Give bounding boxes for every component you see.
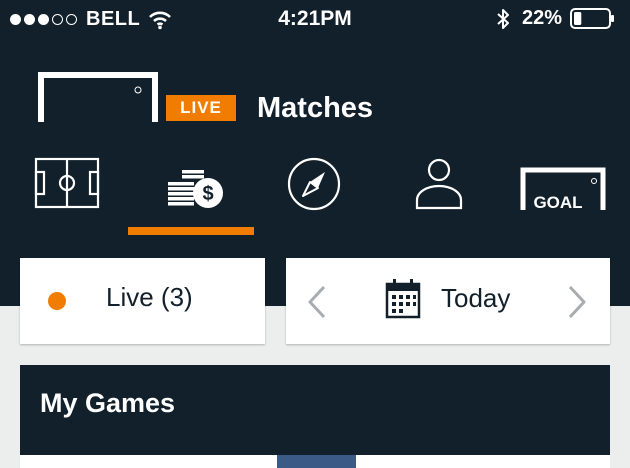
battery-icon <box>570 8 614 29</box>
svg-text:$: $ <box>202 183 213 205</box>
date-label[interactable]: Today <box>441 283 510 314</box>
user-icon <box>415 158 463 210</box>
compass-icon <box>287 157 341 211</box>
calendar-icon <box>385 279 421 319</box>
nav-item-goal[interactable]: GOAL <box>508 150 618 225</box>
live-badge: LIVE <box>166 95 236 121</box>
chevron-right-icon[interactable] <box>566 284 588 320</box>
goal-logo-text: GOAL <box>533 193 582 212</box>
page-title: Matches <box>257 92 374 124</box>
live-dot-icon <box>48 292 66 310</box>
coins-dollar-icon: $ <box>168 170 223 208</box>
chevron-left-icon[interactable] <box>306 284 328 320</box>
goal-logo <box>38 72 158 122</box>
my-games-title: My Games <box>40 388 176 418</box>
football-pitch-icon <box>34 157 100 209</box>
status-right: 22% <box>496 7 616 30</box>
nav-active-indicator <box>128 227 254 235</box>
bluetooth-icon <box>497 8 509 29</box>
nav-item-betting[interactable]: $ <box>136 150 246 225</box>
nav-item-explore[interactable] <box>259 150 369 225</box>
live-filter-label: Live (3) <box>106 282 193 312</box>
nav-item-pitch[interactable] <box>12 150 122 225</box>
my-games-tab[interactable] <box>277 455 356 468</box>
nav-item-profile[interactable] <box>384 150 494 225</box>
status-bar: BELL 4:21PM 22% <box>0 0 630 40</box>
battery-percent: 22% <box>521 7 562 29</box>
goal-logo-icon: GOAL <box>520 167 606 212</box>
